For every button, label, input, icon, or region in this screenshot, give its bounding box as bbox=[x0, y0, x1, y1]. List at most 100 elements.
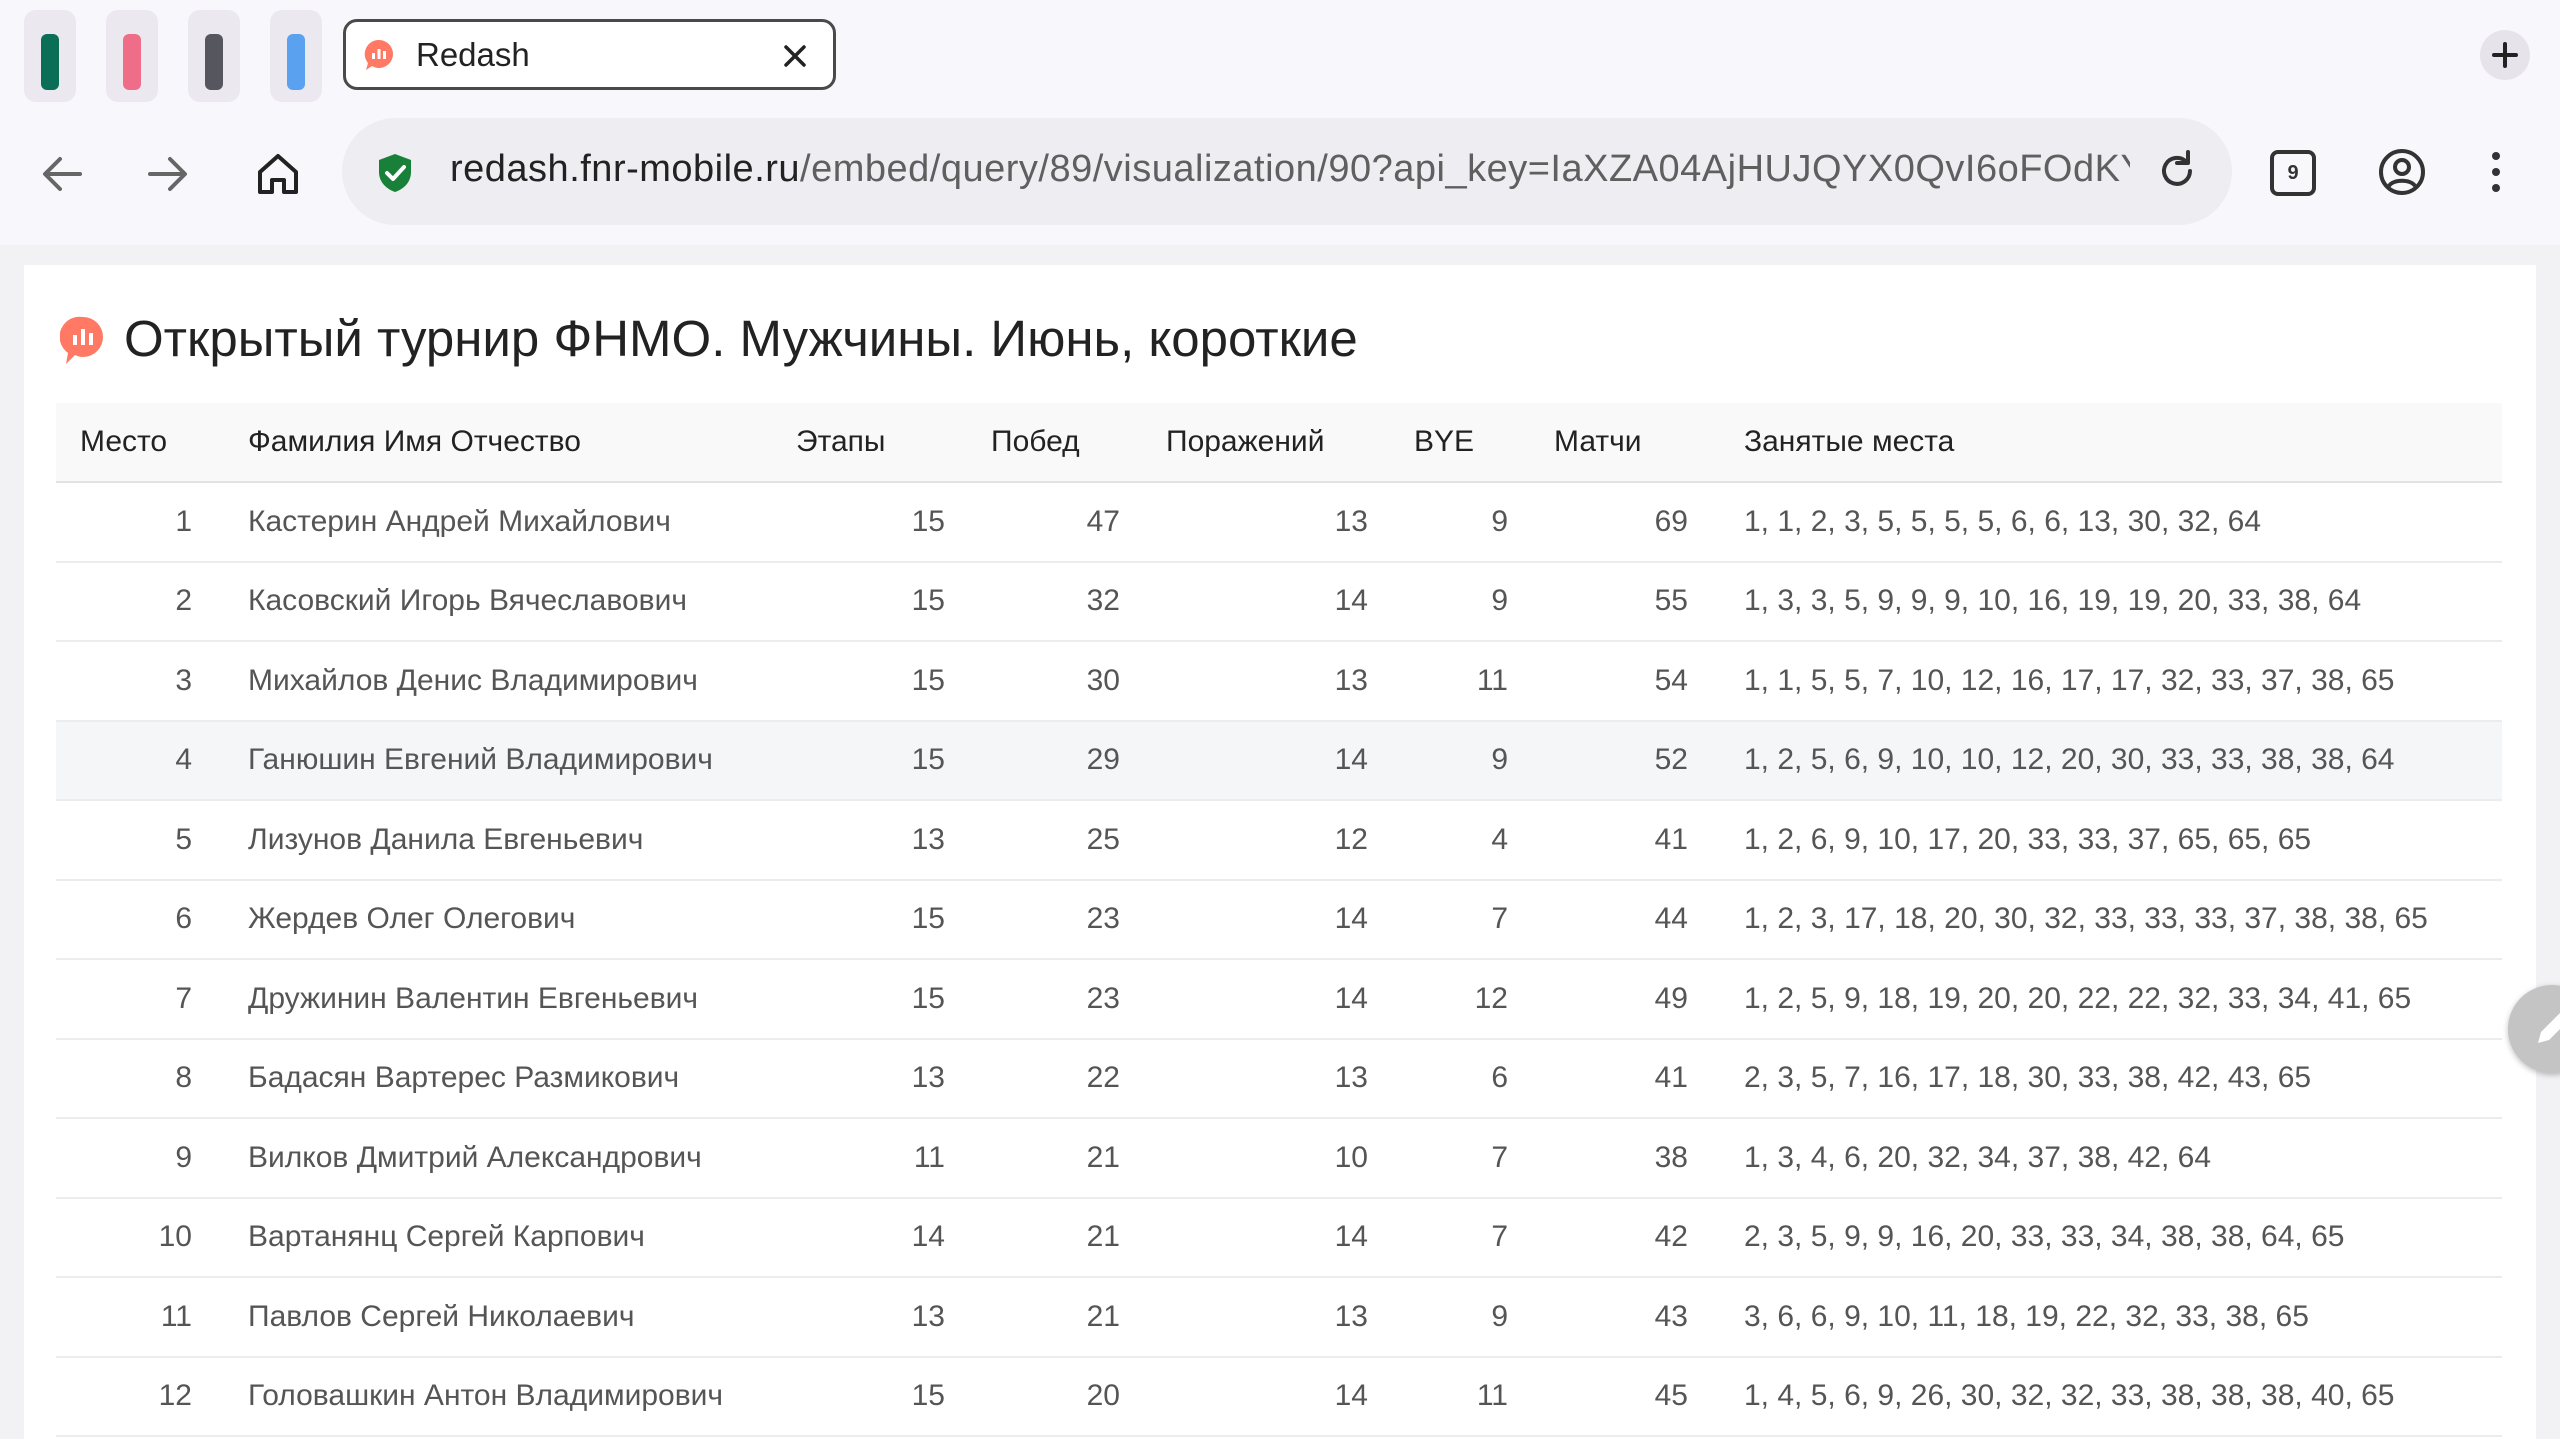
cell-matches: 41 bbox=[1534, 1038, 1720, 1119]
active-tab[interactable]: Redash bbox=[343, 19, 836, 90]
cell-losses: 14 bbox=[1146, 1197, 1394, 1278]
cell-place: 5 bbox=[56, 800, 216, 881]
close-tab-icon[interactable] bbox=[779, 40, 811, 72]
cell-losses: 13 bbox=[1146, 482, 1394, 563]
cell-place: 8 bbox=[56, 1038, 216, 1119]
account-icon[interactable] bbox=[2372, 142, 2432, 202]
cell-place: 1 bbox=[56, 482, 216, 563]
col-header-positions[interactable]: Занятые места bbox=[1720, 403, 2502, 483]
col-header-losses[interactable]: Поражений bbox=[1146, 403, 1394, 483]
cell-place: 3 bbox=[56, 641, 216, 722]
table-header-row: Место Фамилия Имя Отчество Этапы Побед П… bbox=[56, 403, 2502, 483]
cell-bye: 9 bbox=[1394, 1277, 1534, 1358]
table-row: 1 Кастерин Андрей Михайлович 15 47 13 9 69 1, 1… bbox=[56, 482, 2502, 563]
cell-bye: 12 bbox=[1394, 959, 1534, 1040]
new-tab-icon[interactable] bbox=[2480, 30, 2530, 80]
cell-positions: 1, 4, 5, 6, 9, 26, 30, 32, 32, 33, 38, 3… bbox=[1720, 1356, 2502, 1437]
cell-stages: 15 bbox=[796, 561, 971, 642]
table-row: 7 Дружинин Валентин Евгеньевич 15 23 14 12 49 1… bbox=[56, 959, 2502, 1040]
tab-group-3[interactable] bbox=[188, 10, 240, 102]
cell-stages: 14 bbox=[796, 1197, 971, 1278]
cell-losses: 14 bbox=[1146, 720, 1394, 801]
cell-losses: 13 bbox=[1146, 641, 1394, 722]
cell-positions: 1, 2, 3, 17, 18, 20, 30, 32, 33, 33, 33,… bbox=[1720, 879, 2502, 960]
cell-stages: 15 bbox=[796, 959, 971, 1040]
tab-group-4[interactable] bbox=[270, 10, 322, 102]
cell-matches: 38 bbox=[1534, 1118, 1720, 1199]
address-bar[interactable]: redash.fnr-mobile.ru/embed/query/89/visu… bbox=[342, 118, 2232, 225]
cell-bye: 7 bbox=[1394, 1197, 1534, 1278]
cell-positions: 1, 2, 5, 9, 18, 19, 20, 20, 22, 22, 32, … bbox=[1720, 959, 2502, 1040]
cell-positions: 1, 2, 6, 9, 10, 17, 20, 33, 33, 37, 65, … bbox=[1720, 800, 2502, 881]
cell-matches: 69 bbox=[1534, 482, 1720, 563]
reload-icon[interactable] bbox=[2152, 146, 2202, 196]
cell-name: Касовский Игорь Вячеславович bbox=[216, 561, 796, 642]
cell-matches: 52 bbox=[1534, 720, 1720, 801]
col-header-stages[interactable]: Этапы bbox=[796, 403, 971, 483]
cell-wins: 47 bbox=[971, 482, 1146, 563]
cell-name: Павлов Сергей Николаевич bbox=[216, 1277, 796, 1358]
col-header-name[interactable]: Фамилия Имя Отчество bbox=[216, 403, 796, 483]
cell-stages: 15 bbox=[796, 879, 971, 960]
redash-logo-icon bbox=[60, 316, 103, 364]
cell-matches: 54 bbox=[1534, 641, 1720, 722]
cell-stages: 13 bbox=[796, 1038, 971, 1119]
cell-wins: 23 bbox=[971, 879, 1146, 960]
cell-name: Ганюшин Евгений Владимирович bbox=[216, 720, 796, 801]
cell-wins: 21 bbox=[971, 1197, 1146, 1278]
cell-name: Вилков Дмитрий Александрович bbox=[216, 1118, 796, 1199]
cell-place: 4 bbox=[56, 720, 216, 801]
secure-shield-icon[interactable] bbox=[376, 152, 414, 194]
page-content: Открытый турнир ФНМО. Мужчины. Июнь, кор… bbox=[24, 265, 2560, 1439]
cell-losses: 14 bbox=[1146, 1356, 1394, 1437]
cell-losses: 14 bbox=[1146, 959, 1394, 1040]
table-row: 8 Бадасян Вартерес Размикович 13 22 13 6 41 2, … bbox=[56, 1038, 2502, 1119]
tab-group-1[interactable] bbox=[24, 10, 76, 102]
cell-positions: 2, 3, 5, 7, 16, 17, 18, 30, 33, 38, 42, … bbox=[1720, 1038, 2502, 1119]
cell-matches: 49 bbox=[1534, 959, 1720, 1040]
col-header-wins[interactable]: Побед bbox=[971, 403, 1146, 483]
tab-switcher-button[interactable]: 9 bbox=[2270, 150, 2316, 196]
cell-wins: 29 bbox=[971, 720, 1146, 801]
url-text[interactable]: redash.fnr-mobile.ru/embed/query/89/visu… bbox=[450, 148, 2130, 191]
cell-wins: 20 bbox=[971, 1356, 1146, 1437]
cell-place: 9 bbox=[56, 1118, 216, 1199]
cell-wins: 30 bbox=[971, 641, 1146, 722]
cell-name: Жердев Олег Олегович bbox=[216, 879, 796, 960]
tab-group-2[interactable] bbox=[106, 10, 158, 102]
table-row: 5 Лизунов Данила Евгеньевич 13 25 12 4 41 1, 2,… bbox=[56, 800, 2502, 881]
cell-stages: 15 bbox=[796, 641, 971, 722]
home-icon[interactable] bbox=[248, 144, 308, 204]
cell-bye: 9 bbox=[1394, 482, 1534, 563]
cell-wins: 25 bbox=[971, 800, 1146, 881]
cell-name: Головашкин Антон Владимирович bbox=[216, 1356, 796, 1437]
col-header-matches[interactable]: Матчи bbox=[1534, 403, 1720, 483]
cell-name: Вартанянц Сергей Карпович bbox=[216, 1197, 796, 1278]
cell-wins: 32 bbox=[971, 561, 1146, 642]
cell-place: 7 bbox=[56, 959, 216, 1040]
tab-title: Redash bbox=[416, 36, 530, 73]
cell-place: 6 bbox=[56, 879, 216, 960]
table-row: 12 Головашкин Антон Владимирович 15 20 14 11 4… bbox=[56, 1356, 2502, 1437]
cell-wins: 21 bbox=[971, 1277, 1146, 1358]
cell-stages: 15 bbox=[796, 1356, 971, 1437]
col-header-bye[interactable]: BYE bbox=[1394, 403, 1534, 483]
cell-positions: 1, 1, 5, 5, 7, 10, 12, 16, 17, 17, 32, 3… bbox=[1720, 641, 2502, 722]
table-row: 11 Павлов Сергей Николаевич 13 21 13 9 43 3, 6,… bbox=[56, 1277, 2502, 1358]
cell-positions: 3, 6, 6, 9, 10, 11, 18, 19, 22, 32, 33, … bbox=[1720, 1277, 2502, 1358]
more-menu-icon[interactable] bbox=[2466, 142, 2526, 202]
cell-name: Лизунов Данила Евгеньевич bbox=[216, 800, 796, 881]
edit-pencil-icon[interactable] bbox=[2508, 985, 2560, 1073]
col-header-place[interactable]: Место bbox=[56, 403, 216, 483]
cell-bye: 7 bbox=[1394, 879, 1534, 960]
cell-bye: 7 bbox=[1394, 1118, 1534, 1199]
back-icon[interactable] bbox=[32, 144, 92, 204]
cell-positions: 1, 1, 2, 3, 5, 5, 5, 5, 6, 6, 13, 30, 32… bbox=[1720, 482, 2502, 563]
cell-wins: 21 bbox=[971, 1118, 1146, 1199]
cell-place: 10 bbox=[56, 1197, 216, 1278]
cell-losses: 14 bbox=[1146, 879, 1394, 960]
forward-icon[interactable] bbox=[138, 144, 198, 204]
table-row: 2 Касовский Игорь Вячеславович 15 32 14 9 55 1,… bbox=[56, 561, 2502, 642]
table-row: 4 Ганюшин Евгений Владимирович 15 29 14 9 52 1,… bbox=[56, 720, 2502, 801]
cell-losses: 13 bbox=[1146, 1277, 1394, 1358]
